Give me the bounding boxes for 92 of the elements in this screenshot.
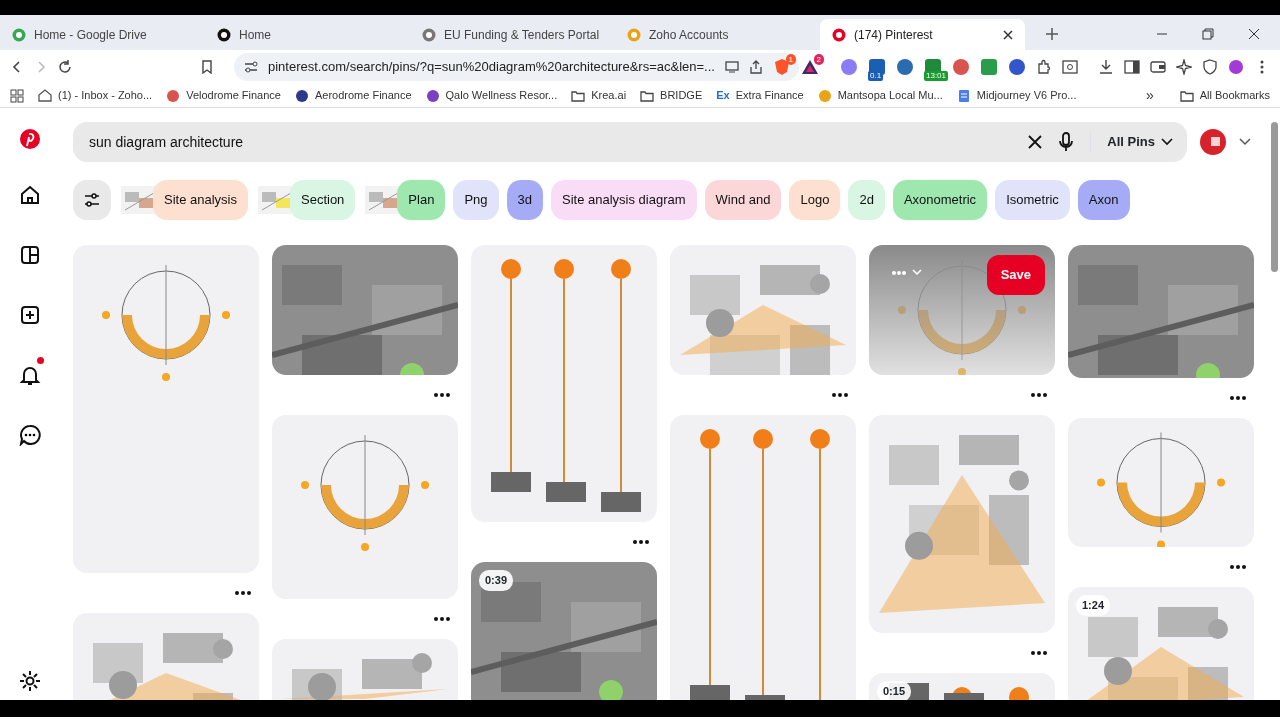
home-icon[interactable] [19, 184, 41, 206]
pinterest-logo[interactable] [19, 128, 41, 150]
shield-icon[interactable] [1202, 59, 1218, 75]
bookmark[interactable]: Mantsopa Local Mu... [817, 87, 943, 104]
extension-icon[interactable] [896, 58, 914, 76]
bookmark[interactable]: Aerodrome Finance [294, 87, 412, 104]
browser-tab[interactable]: Home - Google Drive [0, 19, 205, 50]
extension-icon[interactable] [952, 58, 970, 76]
bookmark[interactable]: Ex Extra Finance [716, 87, 804, 104]
save-button[interactable]: Save [986, 255, 1045, 295]
filter-chip[interactable]: Axon [1077, 180, 1130, 220]
browser-tab[interactable]: EU Funding & Tenders Portal [410, 19, 615, 50]
install-icon[interactable] [724, 60, 739, 74]
badge: 1 [785, 54, 796, 65]
share-icon[interactable] [748, 60, 763, 74]
bookmark-folder[interactable]: All Bookmarks [1179, 87, 1270, 104]
filter-button[interactable] [73, 180, 111, 220]
filter-chip[interactable]: Plan [397, 180, 446, 220]
site-icon [956, 88, 971, 103]
bookmark[interactable]: Krea.ai [571, 87, 627, 104]
badge-text: 0.1 [868, 71, 884, 81]
apps-icon[interactable] [10, 88, 24, 103]
filter-chip[interactable]: Wind and [704, 180, 782, 220]
folder-icon [571, 88, 586, 103]
bookmark[interactable]: (1) - Inbox - Zoho... [38, 87, 153, 104]
video-duration: 1:24 [1076, 595, 1111, 616]
filter-chip[interactable]: Site analysis [153, 180, 248, 220]
bookmark[interactable]: BRIDGE [640, 87, 703, 104]
bookmark[interactable]: Qalo Wellness Resor... [425, 87, 558, 104]
more-icon[interactable] [235, 591, 251, 595]
filter-chip[interactable]: Axonometric [892, 180, 988, 220]
messages-icon[interactable] [19, 424, 41, 446]
notifications-icon[interactable] [19, 364, 41, 386]
folder-icon [1179, 88, 1194, 103]
more-icon[interactable] [633, 540, 649, 544]
video-duration: 0:39 [479, 570, 514, 591]
video-duration: 0:15 [877, 681, 912, 700]
sidebar-icon[interactable] [1124, 59, 1140, 75]
close-icon[interactable] [1003, 29, 1013, 40]
site-icon: Ex [716, 87, 730, 104]
more-icon[interactable] [434, 393, 450, 397]
more-icon[interactable] [1230, 396, 1246, 400]
browser-tab[interactable]: Zoho Accounts [615, 19, 820, 50]
extension-icon[interactable] [1008, 58, 1026, 76]
folder-icon [640, 88, 655, 103]
scrollbar-thumb[interactable] [1271, 122, 1278, 272]
microphone-icon[interactable] [1058, 132, 1075, 152]
badge-text: 13:01 [924, 71, 949, 81]
wallet-icon[interactable] [1150, 59, 1166, 75]
extension-icon[interactable] [980, 58, 998, 76]
filter-chip[interactable]: Png [453, 180, 499, 220]
filter-chip[interactable]: Isometric [995, 180, 1070, 220]
sparkle-icon[interactable] [1176, 59, 1192, 75]
filter-chip[interactable]: Site analysis diagram [551, 180, 697, 220]
puzzle-icon[interactable] [1036, 59, 1052, 75]
filter-chip[interactable]: 2d [848, 180, 885, 220]
filter-icon [84, 193, 100, 207]
filter-chip[interactable]: 3d [506, 180, 543, 220]
chevron-down-icon[interactable] [1239, 138, 1251, 146]
profile-avatar[interactable] [1228, 59, 1244, 75]
new-tab-icon[interactable] [1045, 27, 1059, 41]
more-options-icon[interactable] [891, 267, 925, 277]
account-avatar[interactable] [1199, 128, 1227, 156]
bookmark[interactable]: Velodrome Finance [166, 87, 281, 104]
chevron-down-icon [1161, 138, 1173, 146]
create-icon[interactable] [19, 304, 41, 326]
filter-chip[interactable]: Section [290, 180, 356, 220]
download-icon[interactable] [1098, 59, 1114, 75]
close-icon[interactable] [1248, 28, 1260, 40]
search-field[interactable]: sun diagram architecture All Pins [73, 122, 1187, 162]
site-icon [38, 88, 52, 103]
filter-chip[interactable]: Logo [789, 180, 841, 220]
restore-icon[interactable] [1202, 28, 1214, 40]
browser-tab[interactable]: Home [205, 19, 410, 50]
more-icon[interactable] [434, 617, 450, 621]
more-icon[interactable] [1031, 651, 1047, 655]
reload-icon[interactable] [58, 60, 72, 74]
bookmark-icon[interactable] [200, 60, 214, 74]
clear-icon[interactable] [1028, 135, 1043, 149]
more-icon[interactable] [1230, 565, 1246, 569]
badge: 2 [813, 54, 824, 65]
explore-icon[interactable] [19, 244, 41, 266]
window-icon[interactable] [1062, 59, 1078, 75]
scope-dropdown[interactable]: All Pins [1090, 132, 1173, 152]
extension-icon[interactable] [840, 58, 858, 76]
browser-tab[interactable]: (174) Pinterest [820, 19, 1025, 50]
more-bookmarks-button[interactable]: » [1145, 85, 1154, 106]
more-icon[interactable] [832, 393, 848, 397]
more-icon[interactable] [1031, 393, 1047, 397]
site-settings-icon[interactable] [244, 60, 258, 74]
bookmark[interactable]: Midjourney V6 Pro... [956, 87, 1077, 104]
triangle-icon[interactable] [800, 58, 819, 76]
